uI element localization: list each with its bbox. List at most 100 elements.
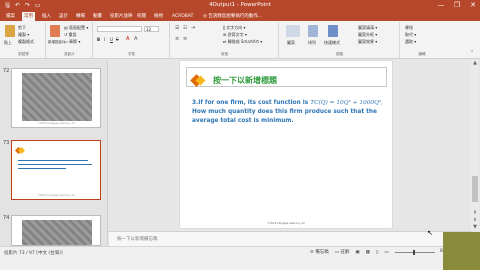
font-color-icon[interactable]: A: [126, 36, 129, 42]
mouse-cursor-icon: ↖: [427, 229, 433, 237]
bold-button[interactable]: B: [97, 37, 100, 42]
scroll-up-icon[interactable]: ▲: [471, 60, 479, 67]
replace-button[interactable]: 取代 ▾: [405, 32, 416, 38]
body-text-prefix: 3.If for one firm, its cost function is: [192, 100, 311, 106]
status-bar: 投影片 73 / 97 [中文 (台灣)] ≡ 備忘稿 ▭ 註解 ▣ ▦ ▯ ▭…: [0, 246, 480, 270]
thumbnail-text-line: [18, 164, 92, 166]
cost-function-math: TC(Q) = 10Q² + 1000Q²,: [310, 100, 384, 106]
ribbon-tab-bar: 檔案 常用 插入 設計 轉場 動畫 投影片放映 校閱 檢視 ACROBAT ◎ …: [0, 12, 480, 21]
strikethrough-button[interactable]: S: [116, 37, 119, 42]
bullets-icon[interactable]: ☰: [175, 25, 179, 31]
thumbnail-number: 72: [3, 68, 10, 74]
current-slide[interactable]: 按一下以新增標題 3.If for one firm, its cost fun…: [180, 61, 392, 228]
comments-toggle-button[interactable]: ▭ 註解: [335, 249, 350, 255]
shapes-button[interactable]: 圖案: [287, 40, 295, 46]
scroll-down-icon[interactable]: ▼: [471, 224, 479, 231]
slide-thumbnail-pane[interactable]: 72 ©2016 Cengage Learning. All 73 ©2016 …: [0, 60, 108, 246]
body-text-rest: How much quantity does this firm produce…: [192, 108, 377, 124]
window-title: 4Output1 - PowerPoint: [209, 2, 271, 8]
tab-review[interactable]: 校閱: [135, 12, 148, 21]
numbering-icon[interactable]: ☷: [183, 25, 187, 31]
normal-view-icon[interactable]: ▣: [355, 250, 359, 255]
shape-effects-button[interactable]: 圖案效果 ▾: [358, 39, 377, 45]
scrollbar-thumb[interactable]: [472, 176, 478, 202]
shapes-gallery-icon[interactable]: [286, 25, 300, 37]
align-center-icon[interactable]: ≡: [183, 36, 187, 42]
quick-styles-button[interactable]: 快速樣式: [324, 40, 340, 46]
reset-button[interactable]: ↺ 重設: [64, 32, 77, 38]
font-group: 32 B I U S A A 字型: [94, 22, 170, 58]
slides-group-label: 投影片: [64, 52, 75, 56]
collapse-ribbon-icon[interactable]: ⌃: [470, 50, 474, 56]
title-bar: 🖫 ↶ ↷ ▭ 4Output1 - PowerPoint — ❐ ✕: [0, 0, 480, 12]
slide-footer: ©2016 Cengage Learning. All: [267, 222, 305, 225]
tab-acrobat[interactable]: ACROBAT: [170, 12, 195, 21]
slide-thumbnail[interactable]: [11, 215, 101, 246]
previous-slide-icon[interactable]: ⇞: [471, 210, 479, 217]
slide-thumbnail[interactable]: ©2016 Cengage Learning. All: [11, 68, 101, 128]
reading-view-icon[interactable]: ▯: [376, 250, 378, 255]
tell-me-box[interactable]: ◎ 告訴我您想要執行的動作...: [203, 12, 262, 21]
ribbon: 貼上 剪下 複製 ▾ 複製格式 剪貼簿 新增投影片 ▤ 版面配置 ▾ ↺ 重設 …: [0, 21, 480, 59]
copy-button[interactable]: 複製 ▾: [18, 32, 29, 38]
tab-home[interactable]: 常用: [22, 12, 35, 21]
shape-fill-button[interactable]: 圖案填滿 ▾: [358, 25, 377, 31]
tab-design[interactable]: 設計: [57, 12, 70, 21]
zoom-slider-knob[interactable]: [413, 250, 415, 255]
align-text-button[interactable]: ⊞ 對齊文字 ▾: [223, 32, 247, 38]
arrange-button[interactable]: 排列: [308, 40, 316, 46]
minimize-icon[interactable]: —: [436, 1, 446, 10]
arrange-icon[interactable]: [308, 25, 318, 37]
thumbnail-text-line: [18, 160, 88, 162]
slide-thumbnail-selected[interactable]: ©2016 Cengage Learning. All: [11, 140, 101, 200]
paste-button-label[interactable]: 貼上: [4, 40, 12, 46]
cut-button[interactable]: 剪下: [18, 25, 26, 31]
vertical-scrollbar[interactable]: ▲ ⇞ ⇟ ▼: [471, 60, 479, 231]
italic-button[interactable]: I: [104, 37, 105, 42]
layout-button[interactable]: ▤ 版面配置 ▾: [64, 25, 88, 31]
shape-outline-button[interactable]: 圖案外框 ▾: [358, 32, 377, 38]
text-direction-button[interactable]: ‖ 文字方向 ▾: [223, 25, 246, 31]
tab-slideshow[interactable]: 投影片放映: [108, 12, 135, 21]
select-button[interactable]: 選取 ▾: [405, 39, 416, 45]
notes-toggle-button[interactable]: ≡ 備忘稿: [310, 249, 329, 255]
video-overlay-box: [443, 232, 480, 270]
title-placeholder[interactable]: 按一下以新增標題: [186, 67, 387, 87]
notes-pane[interactable]: 按一下以新增備忘稿: [109, 231, 471, 246]
convert-smartart-button[interactable]: ⇄ 轉換成 SmartArt ▾: [223, 39, 262, 45]
tab-insert[interactable]: 插入: [40, 12, 53, 21]
font-size-up-icon[interactable]: A: [134, 36, 137, 42]
editing-group: 尋找 取代 ▾ 選取 ▾ 編輯: [401, 22, 443, 58]
drawing-group-label: 繪圖: [336, 52, 343, 56]
font-name-combo[interactable]: [97, 26, 142, 32]
tab-file[interactable]: 檔案: [4, 12, 17, 21]
restore-icon[interactable]: ❐: [452, 1, 462, 10]
paste-icon[interactable]: [5, 25, 15, 37]
indent-icon[interactable]: ⇥: [191, 25, 195, 31]
format-painter-button[interactable]: 複製格式: [18, 39, 34, 45]
slide-sorter-icon[interactable]: ▦: [366, 250, 370, 255]
slide-title: 按一下以新增標題: [213, 76, 277, 85]
font-size-value: 32: [146, 27, 152, 32]
paragraph-group: ☰ ☷ ⇥ ≡ ≡ ‖ 文字方向 ▾ ⊞ 對齊文字 ▾ ⇄ 轉換成 SmartA…: [171, 22, 279, 58]
quick-styles-icon[interactable]: [328, 25, 338, 37]
close-icon[interactable]: ✕: [468, 1, 478, 10]
font-size-combo[interactable]: 32: [144, 26, 159, 32]
tab-animations[interactable]: 動畫: [91, 12, 104, 21]
zoom-slider-track[interactable]: [395, 252, 435, 253]
find-button[interactable]: 尋找: [405, 25, 413, 31]
section-button[interactable]: ▭ 章節 ▾: [64, 39, 80, 45]
editing-group-label: 編輯: [418, 52, 426, 56]
align-left-icon[interactable]: ≡: [175, 36, 179, 42]
new-slide-button[interactable]: 新增投影片: [48, 40, 66, 45]
slideshow-view-icon[interactable]: ▭: [384, 250, 388, 255]
tab-view[interactable]: 檢視: [152, 12, 165, 21]
slides-group: 新增投影片 ▤ 版面配置 ▾ ↺ 重設 ▭ 章節 ▾ 投影片: [47, 22, 93, 58]
underline-button[interactable]: U: [110, 37, 113, 42]
tab-transitions[interactable]: 轉場: [74, 12, 87, 21]
drawing-group: 圖案 排列 快速樣式 圖案填滿 ▾ 圖案外框 ▾ 圖案效果 ▾ 繪圖: [280, 22, 400, 58]
new-slide-icon[interactable]: [50, 25, 60, 37]
slide-body-text[interactable]: 3.If for one firm, its cost function is …: [192, 99, 388, 125]
font-group-label: 字型: [128, 52, 135, 56]
next-slide-icon[interactable]: ⇟: [471, 217, 479, 224]
